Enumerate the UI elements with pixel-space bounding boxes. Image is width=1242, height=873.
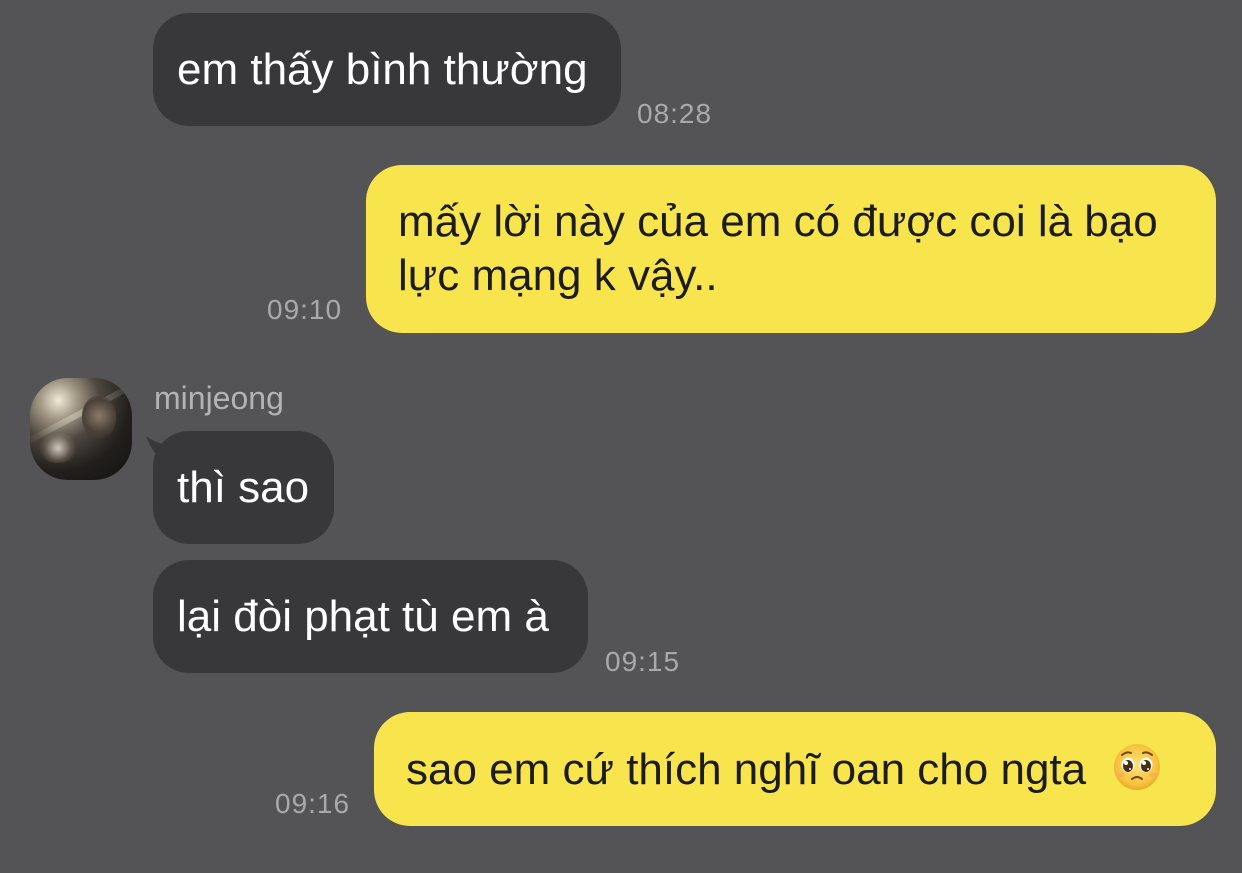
message-bubble-incoming[interactable]: thì sao: [153, 431, 334, 544]
message-bubble-incoming[interactable]: em thấy bình thường: [153, 13, 621, 126]
message-text: thì sao: [177, 463, 310, 512]
message-bubble-outgoing[interactable]: sao em cứ thích nghĩ oan cho ngta: [374, 712, 1216, 826]
message-text-line-2: lực mạng k vậy..: [398, 251, 718, 300]
message-text: lại đòi phạt tù em à: [177, 592, 549, 641]
message-timestamp: 08:28: [637, 98, 713, 129]
message-timestamp: 09:15: [605, 646, 681, 677]
message-text: em thấy bình thường: [177, 45, 588, 94]
message-text-line-1: mấy lời này của em có được coi là bạo: [398, 197, 1158, 246]
message-timestamp: 09:16: [275, 788, 351, 819]
avatar[interactable]: [30, 378, 132, 480]
sender-name: minjeong: [154, 380, 284, 416]
message-text: sao em cứ thích nghĩ oan cho ngta: [406, 745, 1087, 794]
pleading-face-emoji-icon: [1114, 744, 1161, 790]
message-bubble-incoming[interactable]: lại đòi phạt tù em à: [153, 560, 588, 673]
chat-view[interactable]: em thấy bình thường 08:28 mấy lời này củ…: [0, 0, 1242, 873]
message-bubble-outgoing[interactable]: mấy lời này của em có được coi là bạo lự…: [366, 165, 1216, 333]
message-timestamp: 09:10: [267, 294, 343, 325]
